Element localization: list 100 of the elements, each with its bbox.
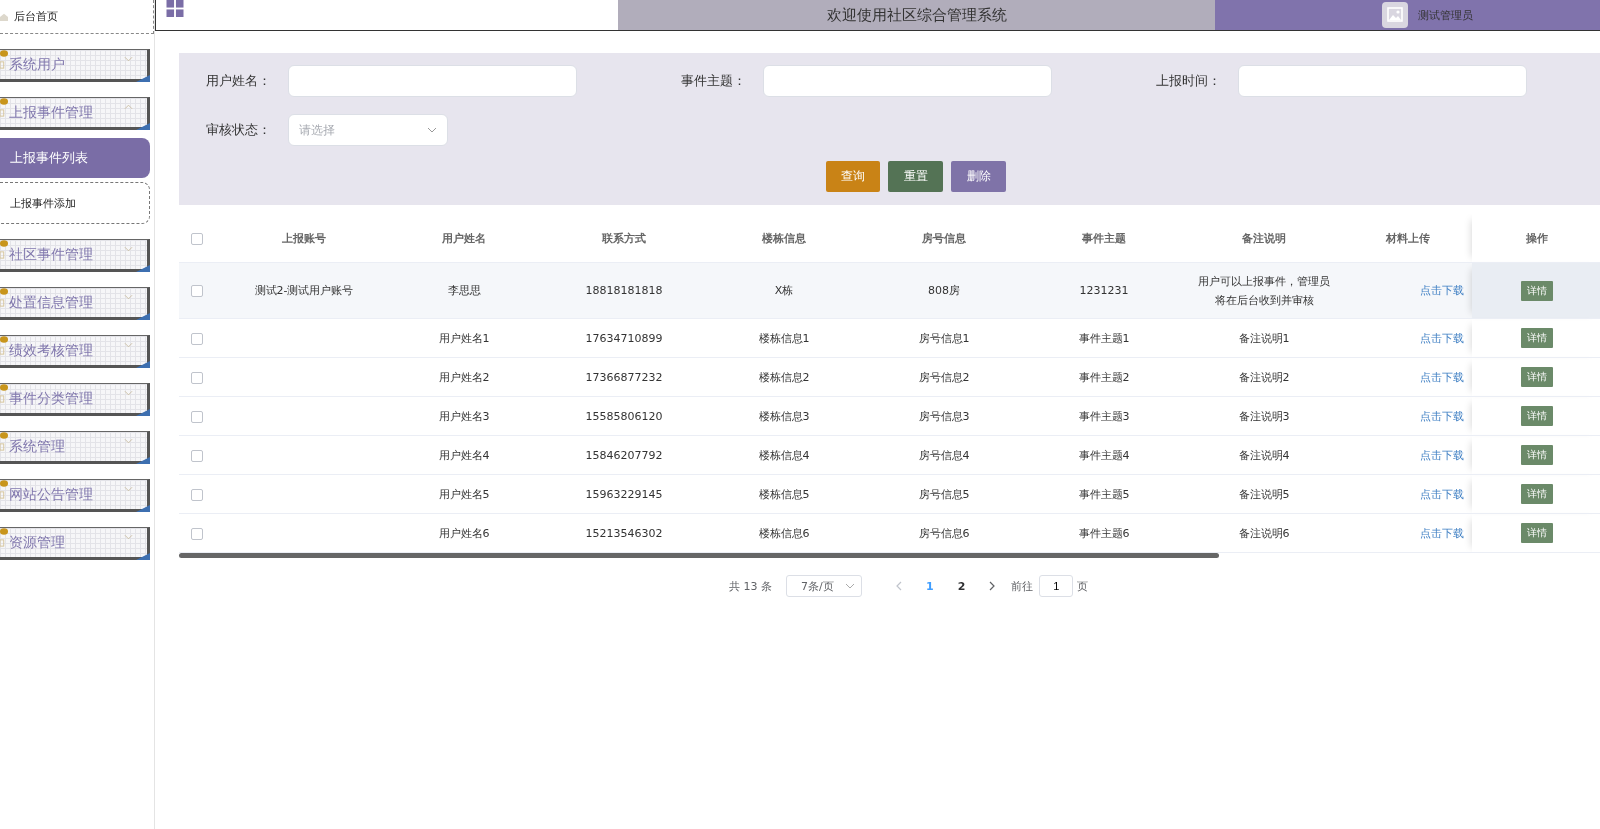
download-link[interactable]: 点击下载 xyxy=(1420,448,1464,462)
folded-corner-icon xyxy=(136,123,150,130)
table-row[interactable]: 用户姓名1 17634710899 楼栋信息1 房号信息1 事件主题1 备注说明1 点击下载 详情 xyxy=(179,318,1600,358)
chevron-icon xyxy=(124,534,133,540)
table-cell: 测试2-测试用户账号 xyxy=(254,284,354,297)
table-row[interactable]: 测试2-测试用户账号 李思思 18818181818 X栋 808房 1231231 用户可以上报事件，管理员将在后台收到并审核 点击下载 详情 xyxy=(179,262,1600,319)
menu-group[interactable]: 上报事件管理 xyxy=(0,97,150,130)
folded-corner-icon xyxy=(136,457,150,464)
menu-group[interactable]: 系统用户 xyxy=(0,49,150,82)
download-link[interactable]: 点击下载 xyxy=(1420,370,1464,384)
menu-group[interactable]: 系统管理 xyxy=(0,431,150,464)
menu-icon xyxy=(0,537,5,548)
pin-icon xyxy=(0,98,8,105)
menu-group[interactable]: 处置信息管理 xyxy=(0,287,150,320)
scrollbar[interactable] xyxy=(179,553,1219,558)
detail-button[interactable]: 详情 xyxy=(1521,280,1553,301)
table-row[interactable]: 用户姓名6 15213546302 楼栋信息6 房号信息6 事件主题6 备注说明6 点击下载 详情 xyxy=(179,513,1600,553)
detail-button[interactable]: 详情 xyxy=(1521,367,1553,387)
column-header: 备注说明 xyxy=(1242,231,1286,245)
table-cell: 备注说明6 xyxy=(1238,526,1290,540)
table-cell: 用户姓名5 xyxy=(438,487,490,501)
input-field[interactable] xyxy=(763,65,1052,97)
table-cell: 1231231 xyxy=(1079,284,1129,297)
page-number[interactable]: 1 xyxy=(926,579,934,593)
grid-icon[interactable] xyxy=(166,0,184,17)
table-cell: 楼栋信息1 xyxy=(758,331,810,345)
detail-button[interactable]: 详情 xyxy=(1521,406,1553,426)
column-header: 材料上传 xyxy=(1386,231,1430,245)
table-cell: 备注说明2 xyxy=(1238,370,1290,384)
page-input[interactable]: 1 xyxy=(1039,575,1074,597)
menu-icon xyxy=(0,59,5,70)
menu-group[interactable]: 社区事件管理 xyxy=(0,239,150,272)
home-menu-item[interactable]: 后台首页 xyxy=(0,0,154,34)
table-cell: 15585806120 xyxy=(585,409,663,423)
table-cell: 房号信息3 xyxy=(918,409,970,423)
total-count: 共 13 条 xyxy=(729,578,772,594)
download-link[interactable]: 点击下载 xyxy=(1420,284,1464,297)
table-row[interactable]: 用户姓名2 17366877232 楼栋信息2 房号信息2 事件主题2 备注说明2 点击下载 详情 xyxy=(179,357,1600,397)
submenu-item[interactable]: 上报事件列表 xyxy=(0,138,150,178)
table-cell: 房号信息4 xyxy=(918,448,970,462)
field-label: 上报时间： xyxy=(1156,72,1222,90)
table-cell: 15213546302 xyxy=(585,526,663,540)
checkbox[interactable] xyxy=(191,371,203,384)
chevron-icon xyxy=(124,342,133,348)
checkbox[interactable] xyxy=(191,332,203,345)
checkbox[interactable] xyxy=(191,410,203,423)
menu-icon xyxy=(0,441,5,452)
chevron-icon xyxy=(124,294,133,300)
reset-button[interactable]: 重置 xyxy=(888,161,943,192)
previous-page-icon[interactable] xyxy=(896,581,902,591)
column-header: 上报账号 xyxy=(282,231,326,245)
field-label: 审核状态： xyxy=(206,121,272,139)
menu-group[interactable]: 绩效考核管理 xyxy=(0,335,150,368)
page-number[interactable]: 2 xyxy=(957,579,966,593)
download-link[interactable]: 点击下载 xyxy=(1420,331,1464,345)
table-row[interactable]: 用户姓名5 15963229145 楼栋信息5 房号信息5 事件主题5 备注说明5 点击下载 详情 xyxy=(179,474,1600,514)
menu-icon xyxy=(0,107,5,118)
checkbox[interactable] xyxy=(191,449,203,462)
checkbox[interactable] xyxy=(191,527,203,540)
chevron-icon xyxy=(124,390,133,396)
checkbox[interactable] xyxy=(191,285,203,297)
pin-icon xyxy=(0,50,8,57)
detail-button[interactable]: 详情 xyxy=(1521,328,1553,348)
page-size-select[interactable]: 7条/页 xyxy=(786,575,862,597)
user-name[interactable]: 测试管理员 xyxy=(1418,7,1473,23)
input-field[interactable] xyxy=(288,65,577,97)
table-cell: 备注说明4 xyxy=(1238,448,1290,462)
table-row[interactable]: 用户姓名4 15846207792 楼栋信息4 房号信息4 事件主题4 备注说明4 点击下载 详情 xyxy=(179,435,1600,475)
detail-button[interactable]: 详情 xyxy=(1521,484,1553,504)
table-cell: 事件主题3 xyxy=(1078,409,1130,423)
table-cell: 15963229145 xyxy=(585,487,663,501)
table-cell: 18818181818 xyxy=(585,284,663,297)
search-button[interactable]: 查询 xyxy=(826,161,880,192)
download-link[interactable]: 点击下载 xyxy=(1420,487,1464,501)
table-cell: 17634710899 xyxy=(585,331,663,345)
checkbox[interactable] xyxy=(191,488,203,501)
detail-button[interactable]: 详情 xyxy=(1521,445,1553,465)
select-field[interactable]: 请选择 xyxy=(288,114,448,146)
column-header: 操作 xyxy=(1526,231,1548,245)
download-link[interactable]: 点击下载 xyxy=(1420,526,1464,540)
page-title: 欢迎使用社区综合管理系统 xyxy=(826,5,1007,25)
download-link[interactable]: 点击下载 xyxy=(1420,409,1464,423)
input-field[interactable] xyxy=(1238,65,1527,97)
checkbox[interactable] xyxy=(191,232,203,245)
menu-icon xyxy=(0,249,5,260)
delete-button[interactable]: 删除 xyxy=(951,161,1006,192)
column-header: 联系方式 xyxy=(602,231,646,245)
menu-group[interactable]: 事件分类管理 xyxy=(0,383,150,416)
submenu-item[interactable]: 上报事件添加 xyxy=(0,182,150,224)
detail-button[interactable]: 详情 xyxy=(1521,523,1553,543)
table-cell: 楼栋信息4 xyxy=(758,448,810,462)
table-row[interactable]: 用户姓名3 15585806120 楼栋信息3 房号信息3 事件主题3 备注说明3 点击下载 详情 xyxy=(179,396,1600,436)
next-page-icon[interactable] xyxy=(989,581,996,591)
image-icon[interactable] xyxy=(1382,2,1408,28)
menu-group[interactable]: 网站公告管理 xyxy=(0,479,150,512)
column-header: 房号信息 xyxy=(922,231,966,245)
menu-group[interactable]: 资源管理 xyxy=(0,527,150,560)
table-cell: 用户姓名2 xyxy=(438,370,490,384)
menu-icon xyxy=(0,393,5,404)
chevron-icon xyxy=(124,486,133,492)
